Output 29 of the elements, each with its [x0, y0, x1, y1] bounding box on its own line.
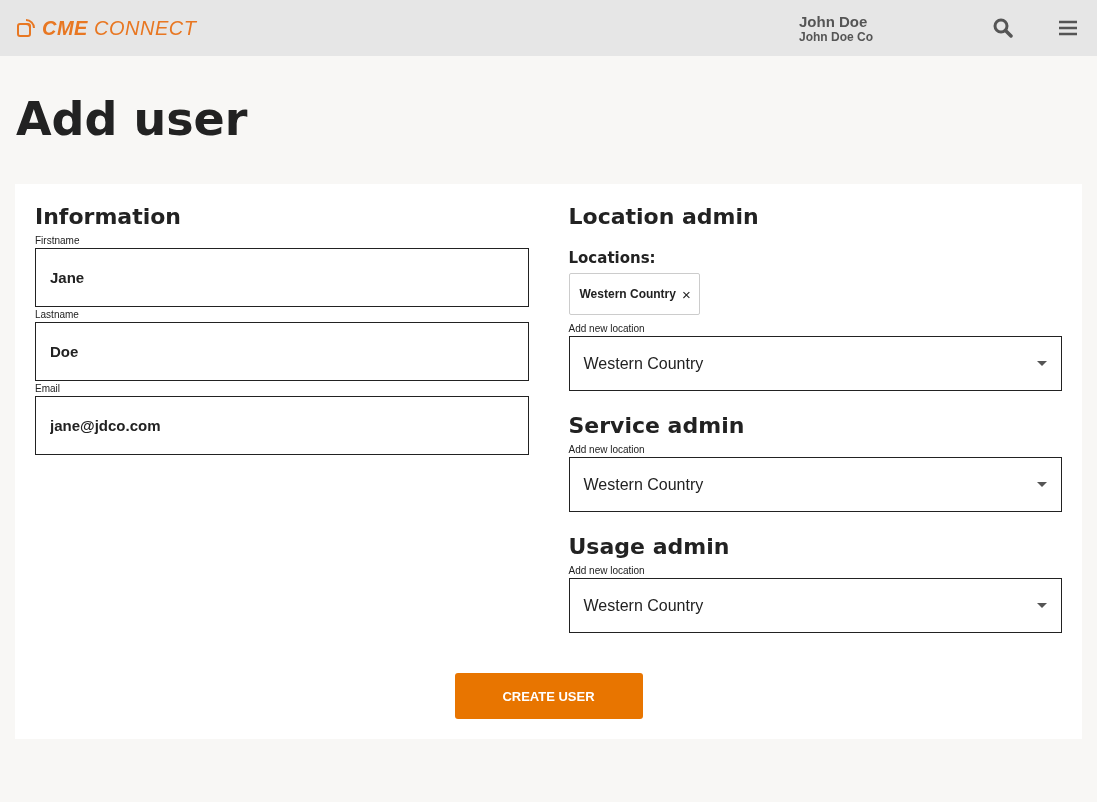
caret-icon	[1037, 482, 1047, 487]
user-name: John Doe	[799, 12, 869, 30]
location-dropdown[interactable]: Western Country	[568, 578, 1062, 633]
field-label: Email	[35, 383, 60, 394]
text-field[interactable]: jane@jdco.com	[35, 396, 529, 455]
page-title: Add user	[15, 91, 249, 148]
text-field[interactable]: Jane	[35, 248, 529, 307]
caret-icon	[1037, 603, 1047, 608]
search-icon	[993, 18, 1013, 38]
menu-icon	[1059, 20, 1077, 36]
field-label: Add new location	[568, 444, 645, 455]
remove-button[interactable]: ×	[681, 285, 691, 303]
logo-text: CME CONNECT	[42, 16, 197, 40]
section-title: Usage admin	[568, 534, 731, 559]
logo-icon	[16, 18, 38, 38]
section-title: Location admin	[568, 204, 760, 229]
caret-icon	[1037, 361, 1047, 366]
field-label: Firstname	[35, 235, 80, 246]
field-label: Lastname	[35, 309, 79, 320]
section-title: Service admin	[568, 413, 746, 438]
location-dropdown[interactable]: Western Country	[568, 336, 1062, 391]
locations-label: Locations:	[568, 249, 656, 267]
chip-label: Western Country	[579, 287, 676, 301]
section-title: Information	[35, 204, 182, 229]
field-label: Add new location	[568, 323, 645, 334]
text-field[interactable]: Doe	[35, 322, 529, 381]
company-name: John Doe Co	[799, 29, 874, 44]
location-dropdown[interactable]: Western Country	[568, 457, 1062, 512]
field-label: Add new location	[568, 565, 645, 576]
